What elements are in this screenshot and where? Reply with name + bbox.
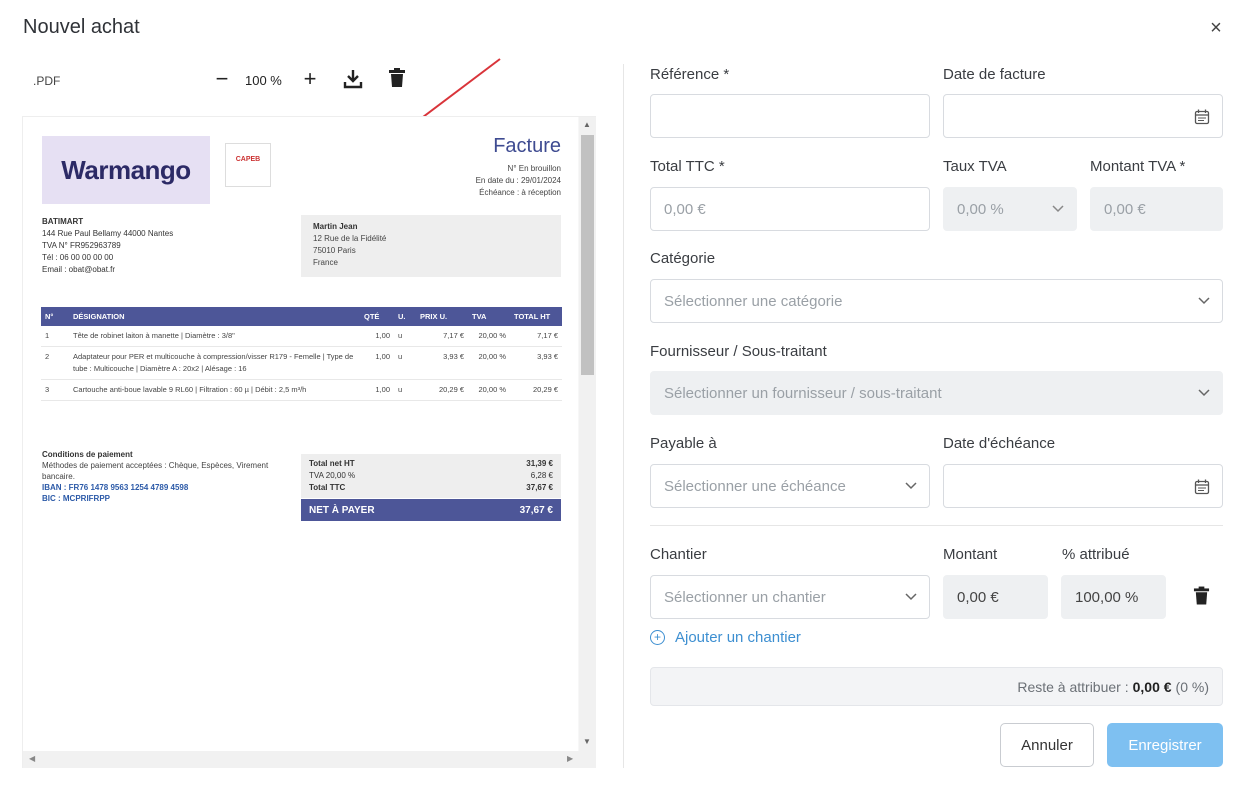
plus-circle-icon: + — [650, 630, 665, 645]
pdf-viewer[interactable]: Warmango CAPEB Facture N° En brouillon E… — [22, 116, 596, 768]
site-select[interactable]: Sélectionner un chantier — [650, 575, 930, 619]
percent-input: 100,00 % — [1061, 575, 1166, 619]
invoice-date-input[interactable] — [943, 94, 1223, 138]
supplier-label: Fournisseur / Sous-traitant — [650, 343, 827, 360]
payable-select[interactable]: Sélectionner une échéance — [650, 464, 930, 508]
calendar-icon[interactable] — [1194, 109, 1210, 125]
vat-amount-label: Montant TVA * — [1090, 158, 1186, 175]
amount-input: 0,00 € — [943, 575, 1048, 619]
calendar-icon[interactable] — [1194, 479, 1210, 495]
chevron-down-icon — [1198, 389, 1210, 397]
client-block: Martin Jean 12 Rue de la Fidélité 75010 … — [301, 215, 561, 277]
company-logo: Warmango — [42, 136, 210, 204]
reference-label: Référence * — [650, 66, 730, 83]
save-button[interactable]: Enregistrer — [1107, 723, 1223, 767]
zoom-level: 100 % — [245, 73, 282, 88]
invoice-date-label: Date de facture — [943, 66, 1046, 83]
table-row: 2 Adaptateur pour PER et multicouche à co… — [41, 346, 562, 380]
table-row: 1 Tête de robinet laiton à manette | Diam… — [41, 326, 562, 347]
chevron-down-icon — [1052, 205, 1064, 213]
net-to-pay: NET À PAYER 37,67 € — [301, 499, 561, 521]
delete-site-icon[interactable] — [1193, 586, 1210, 611]
payable-label: Payable à — [650, 435, 717, 452]
sender-block: BATIMART 144 Rue Paul Bellamy 44000 Nant… — [42, 217, 174, 274]
reference-input[interactable] — [650, 94, 930, 138]
new-purchase-modal: Nouvel achat × .PDF − 100 % + Warmango C… — [0, 0, 1240, 786]
invoice-lines-table: N° DÉSIGNATION QTÉ U. PRIX U. TVA TOTAL … — [41, 307, 562, 401]
invoice-title: Facture — [493, 135, 561, 157]
category-label: Catégorie — [650, 250, 716, 267]
total-ttc-label: Total TTC * — [650, 158, 725, 175]
capeb-logo: CAPEB — [225, 143, 271, 187]
totals-block: Total net HT 31,39 € TVA 20,00 % 6,28 € To… — [301, 454, 561, 498]
due-date-label: Date d'échéance — [943, 435, 1056, 452]
percent-label: % attribué — [1062, 546, 1130, 563]
zoom-out-button[interactable]: − — [212, 68, 232, 90]
site-label: Chantier — [650, 546, 707, 563]
column-divider — [623, 64, 624, 768]
vat-amount-input: 0,00 € — [1090, 187, 1223, 231]
invoice-page: Warmango CAPEB Facture N° En brouillon E… — [23, 117, 578, 751]
modal-title: Nouvel achat — [23, 16, 140, 38]
remaining-to-allocate: Reste à attribuer : 0,00 € (0 %) — [650, 667, 1223, 706]
invoice-meta: N° En brouillon En date du : 29/01/2024 … — [475, 164, 561, 197]
vat-rate-select: 0,00 % — [943, 187, 1077, 231]
table-row: 3 Cartouche anti-boue lavable 9 RL60 | Fi… — [41, 379, 562, 401]
chevron-down-icon — [905, 482, 917, 490]
zoom-in-button[interactable]: + — [300, 68, 320, 90]
supplier-select: Sélectionner un fournisseur / sous-trait… — [650, 371, 1223, 415]
vat-rate-label: Taux TVA — [943, 158, 1007, 175]
total-ttc-input[interactable]: 0,00 € — [650, 187, 930, 231]
vertical-scrollbar[interactable]: ▲ ▼ — [579, 117, 596, 751]
due-date-input[interactable] — [943, 464, 1223, 508]
pdf-toolbar: .PDF − 100 % + — [23, 64, 598, 98]
add-site-link[interactable]: + Ajouter un chantier — [650, 629, 801, 646]
cancel-button[interactable]: Annuler — [1000, 723, 1094, 767]
chevron-down-icon — [1198, 297, 1210, 305]
chevron-down-icon — [905, 593, 917, 601]
file-type-label: .PDF — [33, 74, 61, 88]
horizontal-scrollbar[interactable]: ◀ ▶ — [23, 751, 596, 768]
payment-conditions: Conditions de paiement Méthodes de paiem… — [42, 450, 269, 503]
category-select[interactable]: Sélectionner une catégorie — [650, 279, 1223, 323]
section-divider — [650, 525, 1223, 526]
close-icon[interactable]: × — [1206, 18, 1226, 38]
amount-label: Montant — [943, 546, 998, 563]
